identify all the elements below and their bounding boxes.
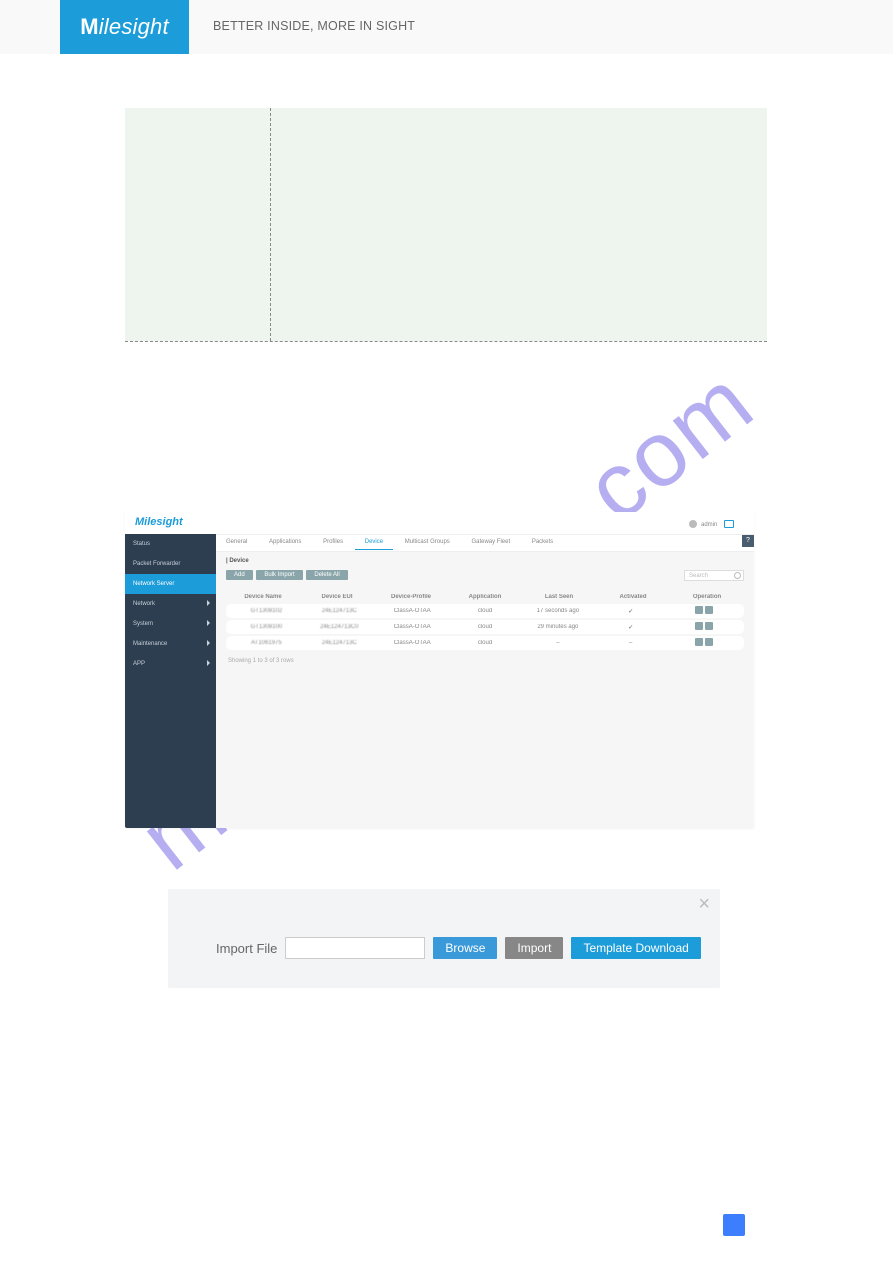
- sidebar-item-app[interactable]: APP: [125, 654, 216, 674]
- page-corner-marker: [723, 1214, 745, 1236]
- brand-tagline: BETTER INSIDE, MORE IN SIGHT: [213, 19, 415, 33]
- showing-rows-label: Showing 1 to 3 of 3 rows: [216, 654, 754, 668]
- chevron-right-icon: [207, 640, 210, 646]
- import-file-label: Import File: [216, 941, 277, 956]
- col-device-eui: Device EUI: [300, 594, 374, 600]
- tab-applications[interactable]: Applications: [259, 535, 311, 549]
- search-icon: [734, 572, 741, 579]
- table-row: GT1308100 24E124713C0 ClassA-OTAA cloud …: [226, 620, 744, 634]
- delete-all-button[interactable]: Delete All: [306, 570, 347, 580]
- chevron-right-icon: [207, 600, 210, 606]
- mini-sidebar: Status Packet Forwarder Network Server N…: [125, 534, 216, 828]
- sidebar-item-maintenance[interactable]: Maintenance: [125, 634, 216, 654]
- sidebar-item-status[interactable]: Status: [125, 534, 216, 554]
- cell-application: cloud: [449, 608, 522, 614]
- import-dialog: × Import File Browse Import Template Dow…: [168, 889, 720, 988]
- tab-multicast-groups[interactable]: Multicast Groups: [395, 535, 460, 549]
- device-table: Device Name Device EUI Device-Profile Ap…: [226, 590, 744, 650]
- cell-operation: [667, 638, 740, 648]
- tab-packets[interactable]: Packets: [522, 535, 563, 549]
- col-device-profile: Device-Profile: [374, 594, 448, 600]
- template-download-button[interactable]: Template Download: [571, 937, 700, 959]
- brand-logo: Milesight: [80, 14, 169, 40]
- mini-topbar: Milesight admin: [125, 512, 754, 534]
- table-row: GT1308102 24E124713C ClassA-OTAA cloud 1…: [226, 604, 744, 618]
- tab-profiles[interactable]: Profiles: [313, 535, 353, 549]
- edit-icon[interactable]: [695, 622, 703, 630]
- help-icon[interactable]: ?: [742, 535, 754, 547]
- description-cell-right: [271, 108, 767, 341]
- sidebar-item-network[interactable]: Network: [125, 594, 216, 614]
- logout-icon[interactable]: [724, 520, 734, 528]
- cell-device-profile: ClassA-OTAA: [376, 624, 449, 630]
- cell-device-profile: ClassA-OTAA: [376, 608, 449, 614]
- chevron-right-icon: [207, 620, 210, 626]
- table-row: AT1061975 24E124713C ClassA-OTAA cloud –…: [226, 636, 744, 650]
- action-row: Add Bulk Import Delete All Search: [216, 570, 754, 586]
- description-cell-left: [125, 108, 271, 341]
- browse-button[interactable]: Browse: [433, 937, 497, 959]
- mini-main-panel: General Applications Profiles Device Mul…: [216, 534, 754, 828]
- sidebar-item-network-server[interactable]: Network Server: [125, 574, 216, 594]
- cell-device-name: GT1308102: [230, 608, 303, 614]
- admin-label: admin: [701, 522, 717, 528]
- import-button[interactable]: Import: [505, 937, 563, 959]
- close-icon[interactable]: ×: [698, 899, 710, 909]
- cell-activated: ✓: [594, 608, 667, 615]
- add-button[interactable]: Add: [226, 570, 253, 580]
- col-operation: Operation: [670, 594, 744, 600]
- cell-device-eui: 24E124713C: [303, 608, 376, 614]
- tab-general[interactable]: General: [216, 535, 257, 549]
- mini-tabs: General Applications Profiles Device Mul…: [216, 534, 754, 552]
- chevron-right-icon: [207, 660, 210, 666]
- search-placeholder: Search: [689, 573, 708, 579]
- import-file-input[interactable]: [285, 937, 425, 959]
- col-last-seen: Last Seen: [522, 594, 596, 600]
- cell-last-seen: –: [521, 640, 594, 646]
- device-list-screenshot: Milesight admin Status Packet Forwarder …: [125, 512, 754, 828]
- cell-device-profile: ClassA-OTAA: [376, 640, 449, 646]
- delete-icon[interactable]: [705, 606, 713, 614]
- cell-application: cloud: [449, 640, 522, 646]
- table-header-row: Device Name Device EUI Device-Profile Ap…: [226, 590, 744, 604]
- sidebar-item-packet-forwarder[interactable]: Packet Forwarder: [125, 554, 216, 574]
- cell-last-seen: 29 minutes ago: [521, 624, 594, 630]
- section-heading: | Device: [216, 552, 754, 570]
- cell-application: cloud: [449, 624, 522, 630]
- tab-device[interactable]: Device: [355, 535, 393, 550]
- edit-icon[interactable]: [695, 638, 703, 646]
- delete-icon[interactable]: [705, 622, 713, 630]
- mini-admin-area: admin: [689, 520, 734, 528]
- cell-device-eui: 24E124713C0: [303, 624, 376, 630]
- edit-icon[interactable]: [695, 606, 703, 614]
- cell-device-name: GT1308100: [230, 624, 303, 630]
- cell-activated: ✓: [594, 624, 667, 631]
- import-row: Import File Browse Import Template Downl…: [216, 937, 701, 959]
- mini-brand-logo: Milesight: [135, 516, 183, 528]
- col-activated: Activated: [596, 594, 670, 600]
- cell-device-eui: 24E124713C: [303, 640, 376, 646]
- bulk-import-button[interactable]: Bulk Import: [256, 570, 302, 580]
- delete-icon[interactable]: [705, 638, 713, 646]
- cell-operation: [667, 606, 740, 616]
- description-table: [125, 108, 767, 342]
- cell-activated: –: [594, 640, 667, 646]
- cell-device-name: AT1061975: [230, 640, 303, 646]
- user-icon: [689, 520, 697, 528]
- col-device-name: Device Name: [226, 594, 300, 600]
- col-application: Application: [448, 594, 522, 600]
- cell-last-seen: 17 seconds ago: [521, 608, 594, 614]
- search-input[interactable]: Search: [684, 570, 744, 581]
- page-header: Milesight BETTER INSIDE, MORE IN SIGHT: [0, 0, 893, 54]
- brand-logo-plate: Milesight: [60, 0, 189, 54]
- sidebar-item-system[interactable]: System: [125, 614, 216, 634]
- cell-operation: [667, 622, 740, 632]
- tab-gateway-fleet[interactable]: Gateway Fleet: [461, 535, 520, 549]
